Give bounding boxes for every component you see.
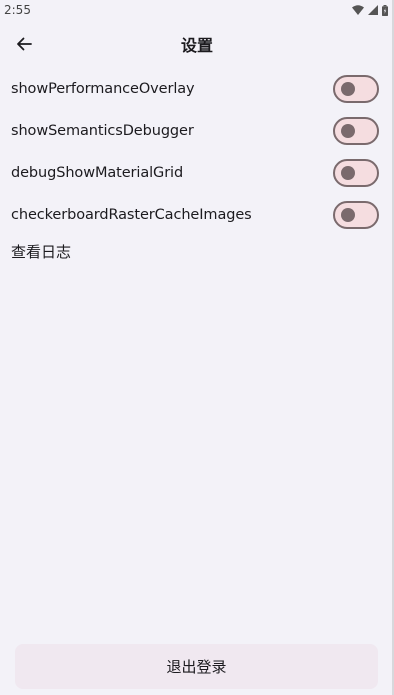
switch-thumb — [341, 82, 355, 96]
page-title: 设置 — [180, 36, 213, 55]
toggle-debug-show-material-grid[interactable] — [333, 159, 379, 187]
arrow-left-icon — [17, 37, 32, 51]
view-log-link[interactable]: 查看日志 — [0, 236, 394, 266]
toggle-show-performance-overlay[interactable] — [333, 75, 379, 103]
switch-thumb — [341, 208, 355, 222]
app-bar: 设置 — [0, 20, 394, 68]
status-icons — [352, 4, 388, 16]
wifi-icon — [352, 5, 364, 15]
switch-thumb — [341, 166, 355, 180]
setting-row-semantics-debugger: showSemanticsDebugger — [0, 110, 394, 152]
switch-thumb — [341, 124, 355, 138]
toggle-checkerboard-raster-cache-images[interactable] — [333, 201, 379, 229]
setting-label: debugShowMaterialGrid — [11, 165, 184, 181]
signal-icon — [368, 5, 378, 15]
settings-list: showPerformanceOverlay showSemanticsDebu… — [0, 68, 394, 266]
setting-row-raster-cache: checkerboardRasterCacheImages — [0, 194, 394, 236]
setting-row-performance-overlay: showPerformanceOverlay — [0, 68, 394, 110]
status-bar: 2:55 — [0, 0, 394, 20]
toggle-show-semantics-debugger[interactable] — [333, 117, 379, 145]
setting-row-material-grid: debugShowMaterialGrid — [0, 152, 394, 194]
logout-button[interactable]: 退出登录 — [15, 644, 378, 689]
back-button[interactable] — [10, 30, 38, 58]
battery-icon — [382, 4, 388, 16]
status-time: 2:55 — [4, 3, 31, 17]
setting-label: checkerboardRasterCacheImages — [11, 207, 252, 223]
setting-label: showSemanticsDebugger — [11, 123, 194, 139]
setting-label: showPerformanceOverlay — [11, 81, 195, 97]
